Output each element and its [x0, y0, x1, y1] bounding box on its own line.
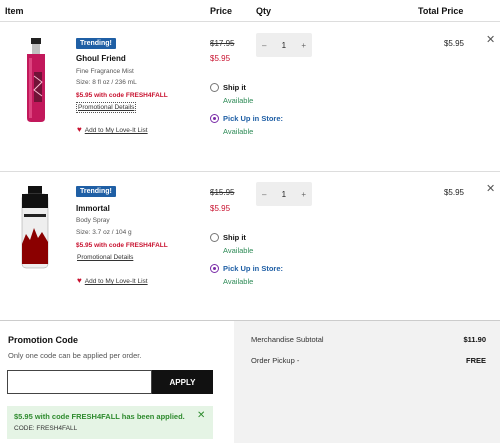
cart-item-immortal: Trending! Immortal Body Spray Size: 3.7 …: [0, 171, 500, 319]
header-item: Item: [5, 6, 24, 16]
line-total: $5.95: [443, 39, 464, 48]
header-price: Price: [210, 6, 233, 16]
ship-it-radio[interactable]: [210, 233, 219, 242]
order-summary: Merchandise Subtotal $11.90 Order Pickup…: [234, 320, 500, 443]
original-price: $17.95: [210, 39, 235, 48]
promotion-code-title: Promotion Code: [8, 335, 78, 345]
header-qty: Qty: [256, 6, 272, 16]
ship-availability: Available: [223, 246, 254, 255]
apply-button[interactable]: APPLY: [152, 370, 213, 394]
quantity-value: 1: [281, 189, 287, 199]
pickup-availability: Available: [223, 277, 254, 286]
promo-applied-message: $5.95 with code FRESH4FALL has been appl…: [14, 412, 185, 421]
black-body-spray-can-icon[interactable]: [10, 184, 62, 272]
original-price: $15.95: [210, 188, 235, 197]
product-type: Fine Fragrance Mist: [76, 68, 134, 75]
cart-item-ghoul-friend: Trending! Ghoul Friend Fine Fragrance Mi…: [0, 22, 500, 170]
quantity-stepper: – 1 +: [256, 182, 312, 206]
heart-icon: ♥: [77, 276, 82, 285]
decrement-button[interactable]: –: [262, 41, 266, 50]
add-to-love-it-list-link[interactable]: ♥ Add to My Love-It List: [77, 276, 148, 285]
promotion-code-subtitle: Only one code can be applied per order.: [8, 351, 142, 360]
promotional-details-link[interactable]: Promotional Details: [76, 253, 134, 262]
cart-header: Item Price Qty Total Price: [0, 0, 500, 22]
love-it-label: Add to My Love-It List: [84, 127, 148, 134]
subtotal-value: $11.90: [463, 335, 486, 344]
heart-icon: ♥: [77, 125, 82, 134]
trending-badge: Trending!: [76, 38, 116, 49]
add-to-love-it-list-link[interactable]: ♥ Add to My Love-It List: [77, 125, 148, 134]
order-pickup-label: Order Pickup -: [251, 356, 300, 365]
promo-code-input[interactable]: [7, 370, 152, 394]
pickup-in-store-radio[interactable]: [210, 264, 219, 273]
pickup-availability: Available: [223, 127, 254, 136]
ship-it-label[interactable]: Ship it: [223, 83, 246, 92]
promo-text: $5.95 with code FRESH4FALL: [76, 242, 168, 249]
increment-button[interactable]: +: [301, 190, 306, 199]
product-name[interactable]: Immortal: [76, 204, 110, 213]
sale-price: $5.95: [210, 54, 231, 63]
ship-it-label[interactable]: Ship it: [223, 233, 246, 242]
promo-text: $5.95 with code FRESH4FALL: [76, 92, 168, 99]
pink-spray-bottle-icon[interactable]: [10, 36, 62, 124]
subtotal-label: Merchandise Subtotal: [251, 335, 324, 344]
promo-applied-notice: $5.95 with code FRESH4FALL has been appl…: [7, 406, 213, 439]
product-size: Size: 8 fl oz / 236 mL: [76, 79, 137, 86]
increment-button[interactable]: +: [301, 41, 306, 50]
product-type: Body Spray: [76, 217, 110, 224]
line-total: $5.95: [443, 188, 464, 197]
pickup-in-store-label[interactable]: Pick Up in Store:: [223, 114, 283, 123]
love-it-label: Add to My Love-It List: [84, 278, 148, 285]
remove-promo-close-icon[interactable]: ✕: [197, 410, 205, 421]
ship-availability: Available: [223, 96, 254, 105]
product-size: Size: 3.7 oz / 104 g: [76, 229, 132, 236]
product-name[interactable]: Ghoul Friend: [76, 54, 126, 63]
remove-item-close-icon[interactable]: ✕: [486, 33, 495, 46]
quantity-value: 1: [281, 40, 287, 50]
remove-item-close-icon[interactable]: ✕: [486, 182, 495, 195]
pickup-in-store-label[interactable]: Pick Up in Store:: [223, 264, 283, 273]
promotional-details-link[interactable]: Promotional Details: [76, 102, 137, 113]
ship-it-radio[interactable]: [210, 83, 219, 92]
sale-price: $5.95: [210, 204, 231, 213]
quantity-stepper: – 1 +: [256, 33, 312, 57]
trending-badge: Trending!: [76, 186, 116, 197]
pickup-in-store-radio[interactable]: [210, 114, 219, 123]
promotion-code-panel: Promotion Code Only one code can be appl…: [0, 320, 234, 443]
header-total-price: Total Price: [418, 6, 464, 16]
promo-applied-code: CODE: FRESH4FALL: [14, 425, 78, 432]
decrement-button[interactable]: –: [262, 190, 266, 199]
order-pickup-value: FREE: [465, 356, 486, 365]
